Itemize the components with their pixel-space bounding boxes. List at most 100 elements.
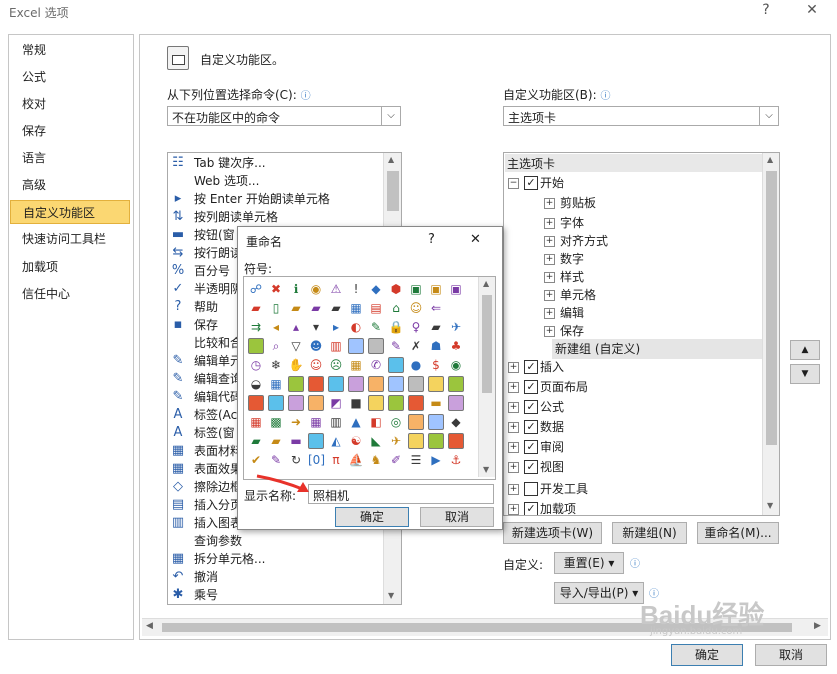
symbol-icon[interactable]: ☺ — [308, 357, 324, 373]
symbol-icon[interactable]: ⇐ — [428, 300, 444, 316]
symbol-icon[interactable]: ☗ — [428, 338, 444, 354]
symbol-icon[interactable]: ✈ — [448, 319, 464, 335]
scroll-down-icon[interactable]: ▼ — [767, 501, 773, 510]
symbol-icon[interactable]: ☯ — [348, 433, 364, 449]
tree-item[interactable]: + ✓ 插入 — [504, 357, 762, 377]
checkbox[interactable]: ✓ — [524, 420, 538, 434]
symbol-icon[interactable] — [348, 338, 364, 354]
expand-icon[interactable]: + — [544, 218, 555, 229]
symbol-icon[interactable] — [388, 357, 404, 373]
expand-icon[interactable]: + — [544, 308, 555, 319]
symbol-icon[interactable] — [248, 338, 264, 354]
expand-icon[interactable]: + — [508, 442, 519, 453]
import-export-button[interactable]: 导入/导出(P) ▾ — [554, 582, 644, 604]
symbol-icon[interactable]: ◎ — [388, 414, 404, 430]
symbol-icon[interactable] — [408, 414, 424, 430]
symbol-icon[interactable] — [388, 376, 404, 392]
symbol-icon[interactable]: ♞ — [368, 452, 384, 468]
expand-icon[interactable]: + — [508, 504, 519, 515]
tree-item[interactable]: − ✓ 开始 — [504, 173, 762, 193]
expand-icon[interactable]: + — [508, 402, 519, 413]
symbol-icon[interactable]: [0] — [308, 452, 325, 468]
symbol-icon[interactable]: ⇉ — [248, 319, 264, 335]
symbol-icon[interactable] — [388, 395, 404, 411]
dialog-help-button[interactable]: ? — [428, 232, 435, 247]
symbol-icon[interactable]: ❄ — [268, 357, 284, 373]
symbol-icon[interactable]: ▣ — [448, 281, 464, 297]
symbol-scrollbar[interactable]: ▲ ▼ — [478, 277, 495, 477]
symbol-icon[interactable]: ☻ — [308, 338, 324, 354]
symbol-icon[interactable]: ⚠ — [328, 281, 344, 297]
symbol-grid[interactable]: ☍ ✖ ℹ ◉ ⚠! ◆ ⬢ ▣ ▣ ▣ ▰ ▯ ▰ ▰ ▰ ▦ ▤ ⌂ ☺ ⇐ ⇉ ◂ ▴ ▾ ▸ ◐ ✎ 🔒 ♀ ▰ ✈ ⌕ ▽ ☻ ▥ ✎ ✗ ☗ ♣… — [243, 276, 496, 480]
symbol-icon[interactable]: ✆ — [368, 357, 384, 373]
scroll-up-icon[interactable]: ▲ — [483, 279, 489, 288]
symbol-icon[interactable] — [248, 395, 264, 411]
dialog-ok-button[interactable]: 确定 — [335, 507, 409, 527]
symbol-icon[interactable]: ▦ — [268, 376, 284, 392]
symbol-icon[interactable]: ✔ — [248, 452, 264, 468]
symbol-icon[interactable]: ⚓ — [448, 452, 464, 468]
command-item[interactable]: Web 选项... — [168, 172, 383, 190]
tree-item[interactable]: + 保存 — [504, 321, 762, 341]
symbol-icon[interactable]: ◒ — [248, 376, 264, 392]
symbol-icon[interactable]: ▰ — [328, 300, 344, 316]
expand-icon[interactable]: + — [508, 484, 519, 495]
symbol-icon[interactable]: ◩ — [328, 395, 344, 411]
symbol-icon[interactable]: ➜ — [288, 414, 304, 430]
expand-icon[interactable]: + — [508, 362, 519, 373]
ok-button[interactable]: 确定 — [671, 644, 743, 666]
symbol-icon[interactable] — [368, 338, 384, 354]
symbol-icon[interactable]: ♀ — [408, 319, 424, 335]
symbol-icon[interactable]: 🔒 — [388, 319, 404, 335]
tree-item[interactable]: + ✓ 数据 — [504, 417, 762, 437]
symbol-icon[interactable]: ✋ — [288, 357, 304, 373]
nav-item[interactable]: 校对 — [10, 92, 130, 116]
checkbox[interactable]: ✓ — [524, 176, 538, 190]
nav-item[interactable]: 语言 — [10, 146, 130, 170]
symbol-icon[interactable] — [448, 376, 464, 392]
symbol-icon[interactable]: ▦ — [248, 414, 264, 430]
symbol-icon[interactable]: ▦ — [348, 357, 364, 373]
symbol-icon[interactable] — [368, 395, 384, 411]
symbol-icon[interactable]: ▽ — [288, 338, 304, 354]
nav-item[interactable]: 信任中心 — [10, 282, 130, 306]
symbol-icon[interactable]: ▬ — [428, 395, 444, 411]
symbol-icon[interactable] — [428, 414, 444, 430]
checkbox[interactable]: ✓ — [524, 400, 538, 414]
symbol-icon[interactable]: ☹ — [328, 357, 344, 373]
expand-icon[interactable]: + — [544, 254, 555, 265]
symbol-icon[interactable] — [408, 433, 424, 449]
symbol-icon[interactable] — [348, 376, 364, 392]
nav-item[interactable]: 自定义功能区 — [10, 200, 130, 224]
symbol-icon[interactable]: ▸ — [328, 319, 344, 335]
symbol-icon[interactable] — [308, 376, 324, 392]
symbol-icon[interactable]: ✎ — [388, 338, 404, 354]
scroll-left-icon[interactable]: ◀ — [146, 621, 153, 631]
command-item[interactable]: ✱ 乘号 — [168, 586, 383, 604]
command-item[interactable]: ☷ Tab 键次序... — [168, 154, 383, 172]
expand-icon[interactable]: + — [508, 422, 519, 433]
tree-item[interactable]: + ✓ 公式 — [504, 397, 762, 417]
symbol-icon[interactable]: ● — [408, 357, 424, 373]
symbol-icon[interactable]: ◐ — [348, 319, 364, 335]
symbol-icon[interactable]: ▶ — [428, 452, 444, 468]
symbol-icon[interactable]: ◭ — [328, 433, 344, 449]
symbol-icon[interactable] — [368, 376, 384, 392]
symbol-icon[interactable]: ◆ — [448, 414, 464, 430]
symbol-icon[interactable] — [448, 395, 464, 411]
symbol-icon[interactable]: ▰ — [288, 300, 304, 316]
symbol-icon[interactable]: ▰ — [248, 300, 264, 316]
symbol-icon[interactable]: ◉ — [308, 281, 324, 297]
scroll-down-icon[interactable]: ▼ — [388, 591, 394, 600]
scroll-down-icon[interactable]: ▼ — [483, 465, 489, 474]
symbol-icon[interactable] — [308, 433, 324, 449]
symbol-icon[interactable]: ◂ — [268, 319, 284, 335]
command-item[interactable]: ▸ 按 Enter 开始朗读单元格 — [168, 190, 383, 208]
symbol-icon[interactable]: ▰ — [268, 433, 284, 449]
symbol-icon[interactable]: ▦ — [348, 300, 364, 316]
symbol-icon[interactable]: ▯ — [268, 300, 284, 316]
symbol-icon[interactable]: $ — [428, 357, 444, 373]
symbol-icon[interactable] — [328, 376, 344, 392]
nav-item[interactable]: 常规 — [10, 38, 130, 62]
reset-button[interactable]: 重置(E) ▾ — [554, 552, 624, 574]
